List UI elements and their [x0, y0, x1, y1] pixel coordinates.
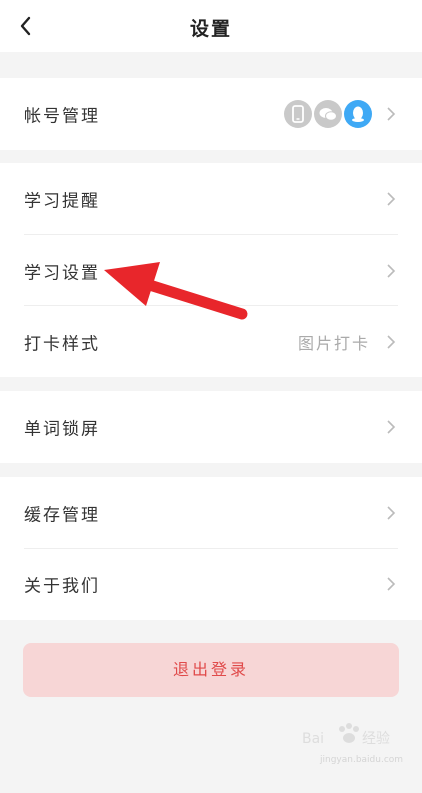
- header-bar: 设置: [0, 0, 422, 52]
- row-label: 关于我们: [24, 576, 100, 597]
- row-value: 图片打卡: [297, 334, 370, 353]
- account-icons: [284, 100, 372, 128]
- wechat-icon: [314, 100, 342, 128]
- settings-group-lockscreen: 单词锁屏: [0, 391, 422, 463]
- row-label: 帐号管理: [24, 106, 100, 127]
- chevron-right-icon: [387, 264, 396, 278]
- settings-group-account: 帐号管理: [0, 78, 422, 150]
- row-study-reminder[interactable]: 学习提醒: [0, 163, 422, 235]
- settings-group-misc: 缓存管理 关于我们: [0, 477, 422, 620]
- settings-group-study: 学习提醒 学习设置 打卡样式 图片打卡: [0, 163, 422, 377]
- svg-text:Bai: Bai: [302, 731, 324, 747]
- chevron-right-icon: [387, 420, 396, 434]
- baidu-watermark: Bai 经验 jingyan.baidu.com: [302, 721, 403, 771]
- paw-logo-icon: Bai 经验: [302, 723, 390, 747]
- phone-icon: [284, 100, 312, 128]
- chevron-right-icon: [387, 506, 396, 520]
- watermark-url: jingyan.baidu.com: [320, 755, 404, 765]
- row-account-management[interactable]: 帐号管理: [0, 78, 422, 150]
- chevron-right-icon: [387, 107, 396, 121]
- qq-icon: [344, 100, 372, 128]
- logout-button[interactable]: 退出登录: [23, 643, 399, 697]
- chevron-right-icon: [387, 192, 396, 206]
- page-title: 设置: [189, 18, 232, 40]
- row-cache-management[interactable]: 缓存管理: [0, 477, 422, 549]
- chevron-right-icon: [387, 577, 396, 591]
- row-label: 打卡样式: [24, 334, 100, 355]
- row-study-settings[interactable]: 学习设置: [0, 235, 422, 307]
- row-about-us[interactable]: 关于我们: [0, 548, 422, 620]
- row-label: 学习提醒: [24, 191, 100, 212]
- row-word-lockscreen[interactable]: 单词锁屏: [0, 391, 422, 463]
- row-label: 缓存管理: [24, 505, 100, 526]
- svg-text:经验: 经验: [362, 731, 390, 747]
- row-label: 单词锁屏: [24, 419, 100, 440]
- row-checkin-style[interactable]: 打卡样式 图片打卡: [0, 306, 422, 378]
- row-label: 学习设置: [24, 263, 100, 284]
- chevron-right-icon: [387, 335, 396, 349]
